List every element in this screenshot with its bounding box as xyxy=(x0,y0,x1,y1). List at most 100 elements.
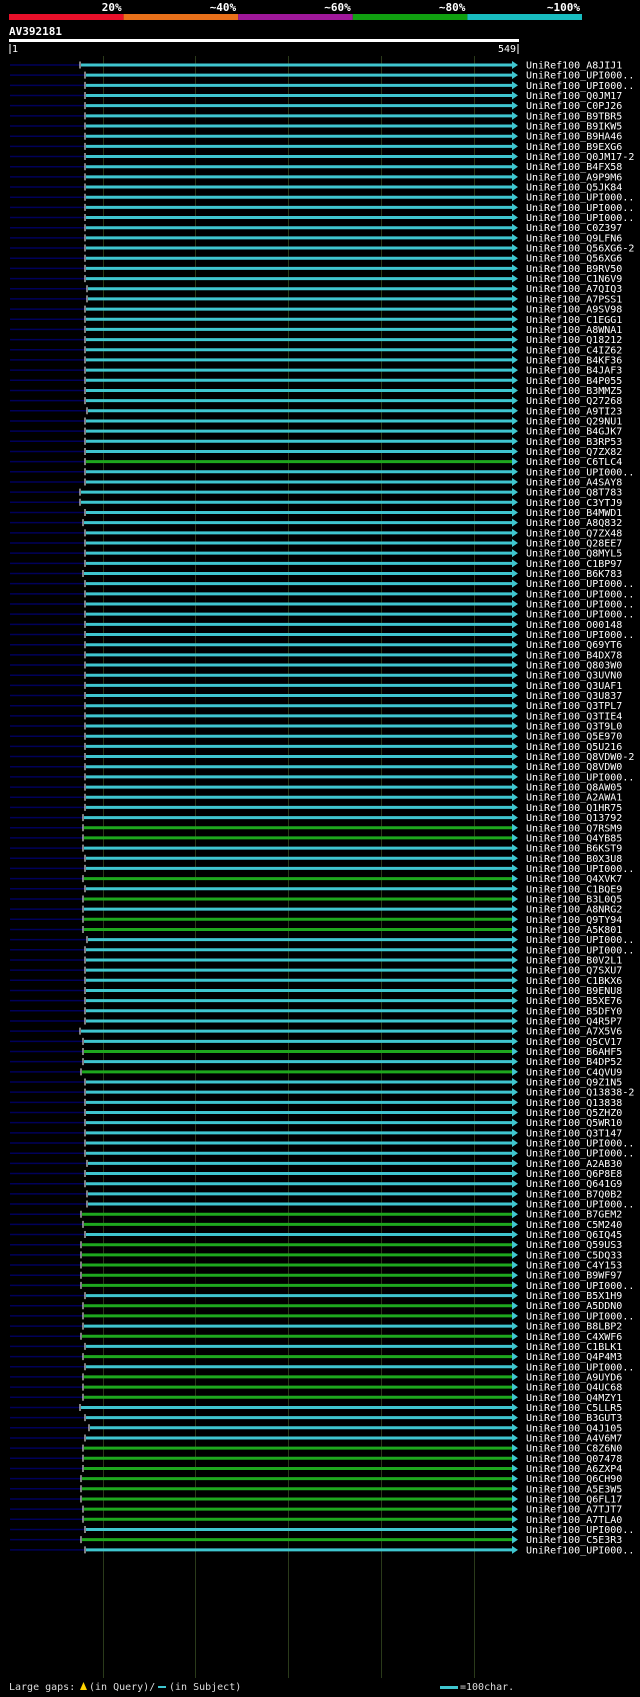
hit-arrow-icon xyxy=(512,1332,518,1341)
hit-arrow-icon xyxy=(512,1057,518,1066)
hit-arrow-icon xyxy=(512,742,518,751)
hit-arrow-icon xyxy=(512,925,518,934)
identity-color-scale: 20% ~40% ~60% ~80% ~100% xyxy=(9,1,582,20)
hit-arrow-icon xyxy=(512,305,518,314)
hit-arrow-icon xyxy=(512,488,518,497)
hit-arrow-icon xyxy=(512,1444,518,1453)
hit-arrow-icon xyxy=(512,142,518,151)
hit-arrow-icon xyxy=(512,376,518,385)
hit-arrow-icon xyxy=(512,813,518,822)
hit-arrow-icon xyxy=(512,477,518,486)
hit-arrow-icon xyxy=(512,752,518,761)
legend-query-gap-text: (in Query)/ xyxy=(89,1682,155,1693)
hit-arrow-icon xyxy=(512,111,518,120)
hit-arrow-icon xyxy=(512,1200,518,1209)
hit-arrow-icon xyxy=(512,549,518,558)
hit-label[interactable]: UniRef100_UPI000.. xyxy=(526,1545,634,1556)
hit-arrow-icon xyxy=(512,874,518,883)
hit-arrow-icon xyxy=(512,559,518,568)
hit-arrow-icon xyxy=(512,1494,518,1503)
scale-label: 20% xyxy=(102,1,122,14)
hit-arrow-icon xyxy=(512,1240,518,1249)
hit-arrow-icon xyxy=(512,1393,518,1402)
hit-arrow-icon xyxy=(512,1322,518,1331)
hit-arrow-icon xyxy=(512,823,518,832)
hit-arrow-icon xyxy=(512,213,518,222)
hit-arrow-icon xyxy=(512,854,518,863)
hit-arrow-icon xyxy=(512,457,518,466)
hit-arrow-icon xyxy=(512,162,518,171)
hit-arrow-icon xyxy=(512,1271,518,1280)
hit-arrow-icon xyxy=(512,579,518,588)
hit-arrow-icon xyxy=(512,203,518,212)
scale-segment xyxy=(352,14,468,20)
hit-arrow-icon xyxy=(512,1484,518,1493)
hit-arrow-icon xyxy=(512,1189,518,1198)
alignment-overview: 20% ~40% ~60% ~80% ~100% AV392181 1 549 UniR… xyxy=(9,1,634,1693)
query-axis: 1 549 xyxy=(9,39,519,55)
hit-arrow-icon xyxy=(512,538,518,547)
hit-arrow-icon xyxy=(512,569,518,578)
hit-arrow-icon xyxy=(512,1027,518,1036)
hit-arrow-icon xyxy=(512,844,518,853)
hit-arrow-icon xyxy=(512,905,518,914)
hit-arrow-icon xyxy=(512,61,518,69)
hit-arrow-icon xyxy=(512,1433,518,1442)
hit-arrow-icon xyxy=(512,1454,518,1463)
hit-arrow-icon xyxy=(512,620,518,629)
hit-arrow-icon xyxy=(512,1047,518,1056)
hit-arrow-icon xyxy=(512,1535,518,1544)
hit-arrow-icon xyxy=(512,1362,518,1371)
hit-arrow-icon xyxy=(512,1139,518,1148)
hit-arrow-icon xyxy=(512,325,518,334)
legend-subject-gap-text: (in Subject) xyxy=(169,1682,241,1693)
hit-arrow-icon xyxy=(512,1006,518,1015)
hit-arrow-icon xyxy=(512,528,518,537)
hit-arrow-icon xyxy=(512,437,518,446)
scale-label: ~80% xyxy=(439,1,466,14)
hit-arrow-icon xyxy=(512,1088,518,1097)
hit-arrow-icon xyxy=(512,1230,518,1239)
hit-arrow-icon xyxy=(512,416,518,425)
hit-arrow-icon xyxy=(512,1250,518,1259)
hit-arrow-icon xyxy=(512,966,518,975)
hit-arrow-icon xyxy=(512,976,518,985)
hit-arrow-icon xyxy=(512,467,518,476)
hit-arrow-icon xyxy=(512,762,518,771)
hit-arrow-icon xyxy=(512,691,518,700)
hit-arrow-icon xyxy=(512,711,518,720)
hit-arrow-icon xyxy=(512,1108,518,1117)
hit-arrow-icon xyxy=(512,935,518,944)
hit-arrow-icon xyxy=(512,1078,518,1086)
hit-arrow-icon xyxy=(512,1342,518,1351)
hit-arrow-icon xyxy=(512,1220,518,1229)
hit-arrow-icon xyxy=(512,355,518,364)
scale-label: ~60% xyxy=(324,1,351,14)
hit-arrow-icon xyxy=(512,1525,518,1534)
scale-segment xyxy=(9,14,124,20)
hit-arrow-icon xyxy=(512,274,518,283)
hit-arrow-icon xyxy=(512,396,518,405)
hit-arrow-icon xyxy=(512,1515,518,1524)
axis-start-label: 1 xyxy=(12,44,18,55)
hit-arrow-icon xyxy=(512,406,518,415)
hit-arrow-icon xyxy=(512,955,518,964)
hit-arrow-icon xyxy=(512,986,518,995)
hit-arrow-icon xyxy=(512,915,518,924)
query-gap-marker-icon xyxy=(80,1682,87,1690)
hit-arrow-icon xyxy=(512,945,518,954)
hit-arrow-icon xyxy=(512,498,518,507)
hit-arrow-icon xyxy=(512,1261,518,1270)
hit-arrow-icon xyxy=(512,600,518,609)
hit-arrow-icon xyxy=(512,732,518,741)
hit-arrow-icon xyxy=(512,671,518,680)
hit-arrow-icon xyxy=(512,233,518,242)
hit-arrow-icon xyxy=(512,1128,518,1137)
hit-arrow-icon xyxy=(512,772,518,781)
hit-arrow-icon xyxy=(512,1016,518,1025)
hit-arrow-icon xyxy=(512,122,518,131)
hit-arrow-icon xyxy=(512,884,518,893)
hit-arrow-icon xyxy=(512,284,518,293)
scale-sample-bar xyxy=(440,1686,458,1689)
hit-arrow-icon xyxy=(512,81,518,90)
